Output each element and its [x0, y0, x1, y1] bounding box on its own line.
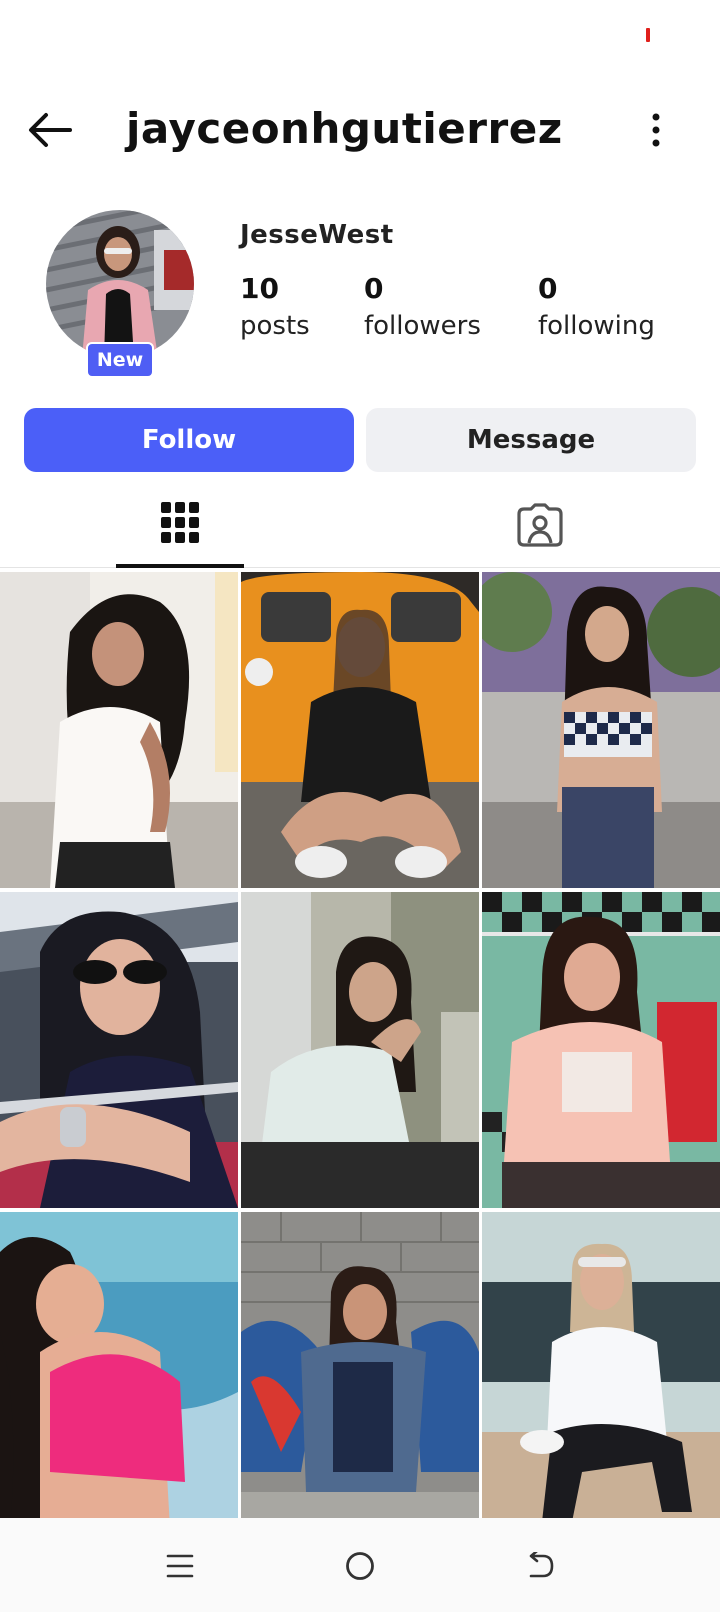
home-icon — [346, 1552, 374, 1580]
avatar[interactable] — [46, 210, 194, 358]
grid-photo[interactable] — [0, 1212, 238, 1518]
stat-following-value: 0 — [538, 272, 558, 305]
grid-photo[interactable] — [0, 572, 238, 888]
app-header: jayceonhgutierrez — [0, 90, 720, 170]
grid-photo[interactable] — [482, 1212, 720, 1518]
tagged-person-icon — [517, 503, 563, 547]
profile-username: jayceonhgutierrez — [126, 104, 563, 153]
grid-photo[interactable] — [0, 892, 238, 1208]
tab-tagged[interactable] — [476, 482, 604, 568]
profile-section: New JesseWest 10 posts 0 followers 0 fol… — [0, 200, 720, 380]
stat-followers[interactable]: 0 followers — [364, 272, 481, 341]
grid-photo[interactable] — [241, 1212, 479, 1518]
profile-actions: Follow Message — [0, 408, 720, 472]
system-back-button[interactable] — [510, 1538, 570, 1594]
message-button[interactable]: Message — [366, 408, 696, 472]
more-options-button[interactable] — [626, 100, 686, 160]
follow-button[interactable]: Follow — [24, 408, 354, 472]
recents-button[interactable] — [150, 1538, 210, 1594]
status-bar — [0, 0, 720, 80]
display-name: JesseWest — [240, 220, 394, 250]
stat-posts-label: posts — [240, 311, 310, 341]
stat-posts[interactable]: 10 posts — [240, 272, 310, 341]
grid-photo[interactable] — [241, 572, 479, 888]
arrow-left-icon — [29, 113, 72, 147]
recents-icon — [166, 1554, 194, 1578]
back-icon — [529, 1552, 554, 1578]
new-badge: New — [86, 342, 154, 378]
photo-grid — [0, 572, 720, 1518]
stat-followers-value: 0 — [364, 272, 384, 305]
status-indicator-icon — [646, 28, 650, 42]
grid-icon — [161, 502, 199, 543]
stat-following-label: following — [538, 311, 655, 341]
content-tabs — [0, 482, 720, 568]
system-nav-bar — [0, 1518, 720, 1612]
grid-photo[interactable] — [482, 572, 720, 888]
home-button[interactable] — [330, 1538, 390, 1594]
tab-posts-grid[interactable] — [116, 482, 244, 568]
more-vertical-icon — [652, 113, 660, 147]
stat-followers-label: followers — [364, 311, 481, 341]
stat-following[interactable]: 0 following — [538, 272, 655, 341]
grid-photo[interactable] — [482, 892, 720, 1208]
back-button[interactable] — [20, 100, 80, 160]
stat-posts-value: 10 — [240, 272, 279, 305]
grid-photo[interactable] — [241, 892, 479, 1208]
